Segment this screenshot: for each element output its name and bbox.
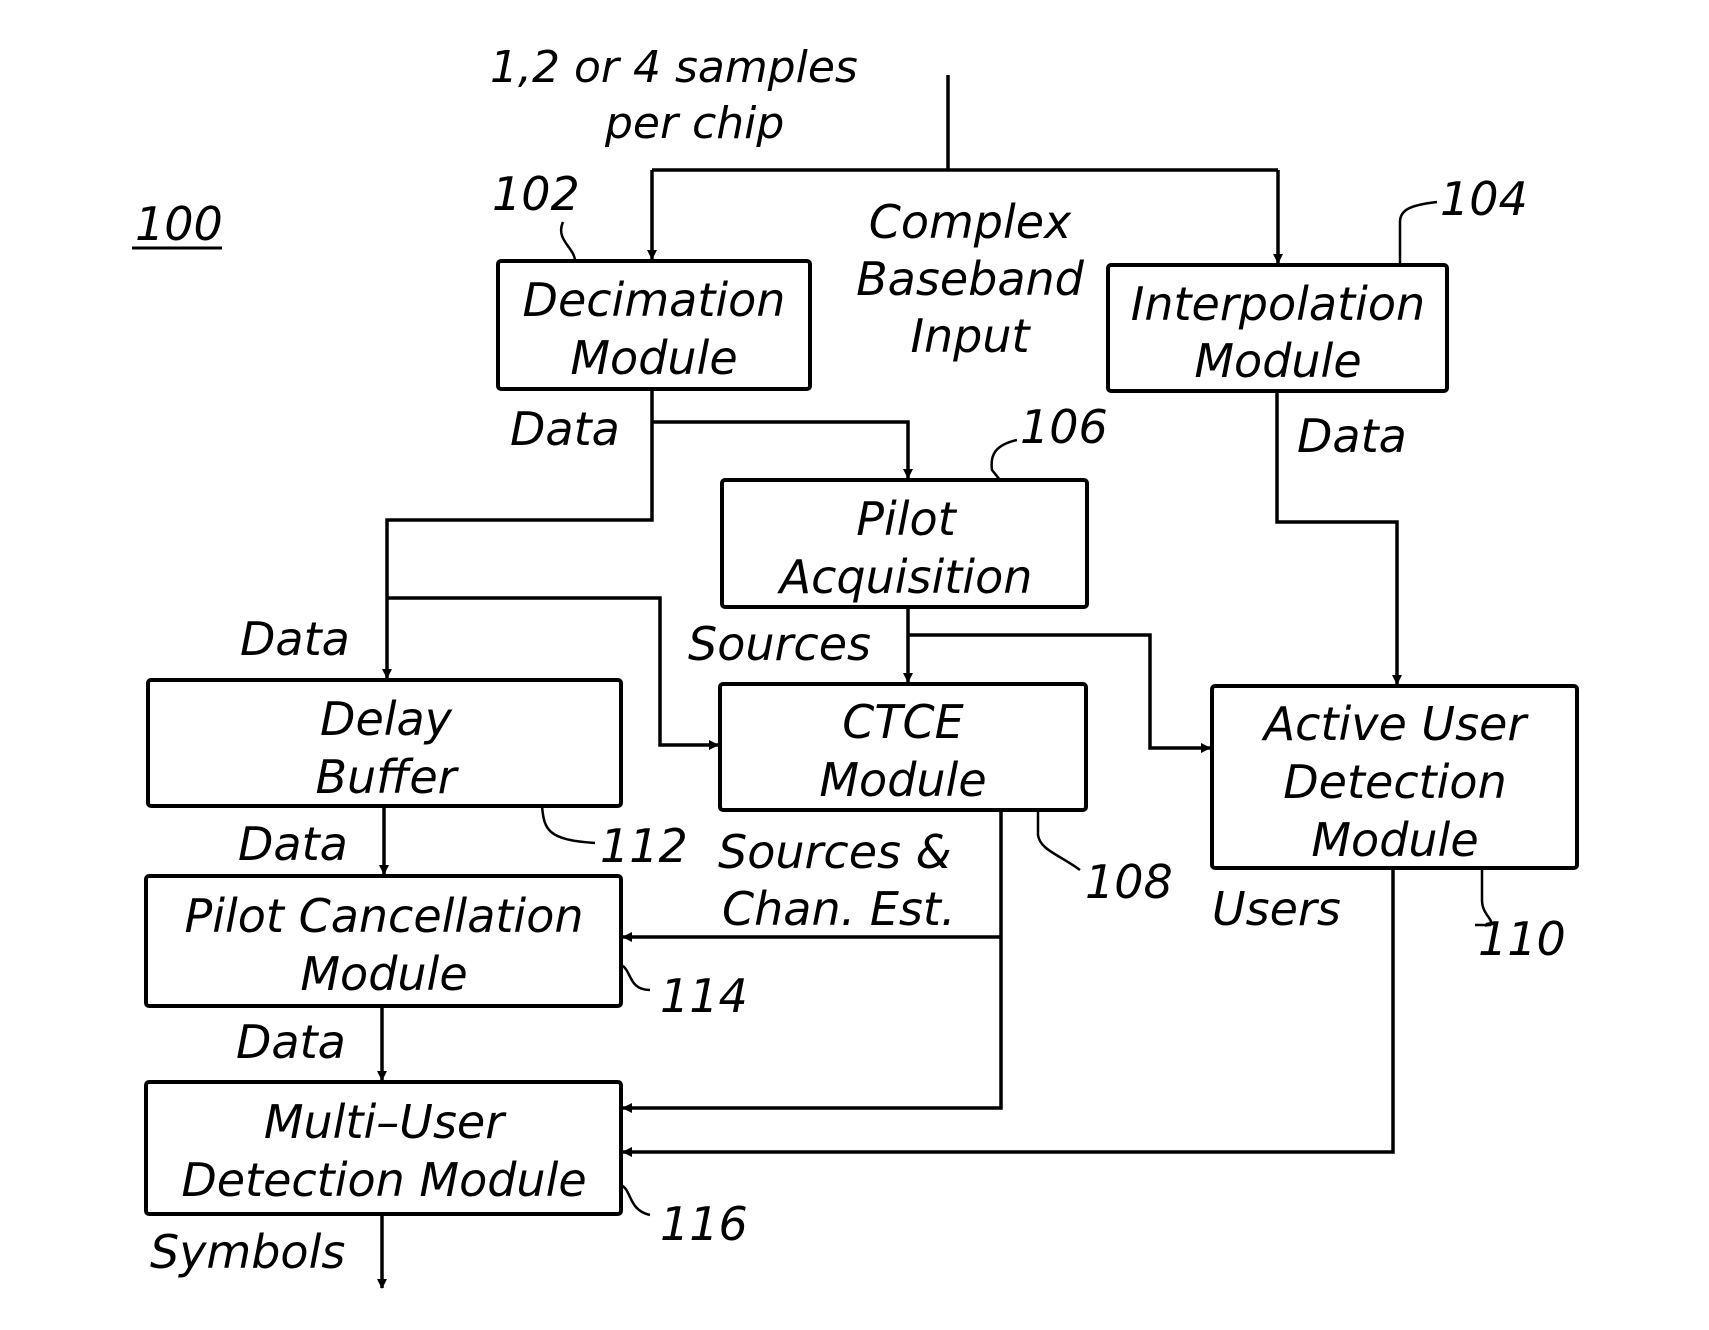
interpolation-module: Interpolation Module [1106, 263, 1449, 393]
pcm-label-1: Pilot Cancellation [184, 889, 583, 943]
ctce-label-2: Module [819, 753, 986, 807]
ctce-ref: 108 [1085, 855, 1173, 909]
decimation-label-2: Module [570, 331, 737, 385]
sources-label: Sources [688, 617, 871, 671]
decimation-label-1: Decimation [523, 273, 786, 327]
interpolation-ref: 104 [1440, 172, 1528, 226]
decimation-ref: 102 [492, 167, 580, 221]
decimation-data-label: Data [510, 402, 620, 456]
interpolation-label-2: Module [1194, 334, 1361, 388]
sources-chan-est-label-2: Chan. Est. [722, 882, 956, 936]
pilot-acq-label-2: Acquisition [777, 550, 1033, 604]
mud-label-1: Multi–User [264, 1095, 507, 1149]
sources-chan-est-label-1: Sources & [718, 825, 951, 879]
pcm-ref-leader [620, 963, 651, 992]
pilot-acq-ref: 106 [1020, 400, 1108, 454]
interpolation-ref-leader [1398, 200, 1438, 265]
multi-user-detection-module: Multi–User Detection Module [144, 1080, 623, 1216]
delay-in-data-label: Data [240, 612, 350, 666]
interpolation-label-1: Interpolation [1131, 277, 1425, 331]
decimation-ref-leader [559, 221, 577, 262]
pcm-ref: 114 [660, 969, 748, 1023]
mud-ref: 116 [660, 1197, 748, 1251]
decimation-module: Decimation Module [496, 259, 812, 391]
ctce-module: CTCE Module [718, 682, 1088, 812]
ctce-ref-leader [1036, 810, 1081, 872]
users-label: Users [1212, 882, 1341, 936]
delay-buffer-ref-leader [540, 805, 596, 845]
delay-buffer-label-2: Buffer [315, 750, 459, 804]
delay-buffer-ref: 112 [600, 819, 688, 873]
input-label-line-3: Input [910, 309, 1031, 363]
figure-reference: 100 [135, 197, 223, 251]
mud-ref-leader [620, 1183, 651, 1217]
input-label-line-2: Baseband [856, 252, 1085, 306]
interpolation-data-label: Data [1297, 409, 1407, 463]
pilot-acq-label-1: Pilot [856, 492, 957, 546]
input-note-line-1: 1,2 or 4 samples [490, 42, 858, 93]
symbols-label: Symbols [150, 1225, 345, 1279]
block-diagram: 100 1,2 or 4 samples per chip Complex Ba… [132, 42, 1579, 1289]
mud-label-2: Detection Module [181, 1153, 586, 1207]
delay-out-data-label: Data [238, 817, 348, 871]
pilot-acquisition-module: Pilot Acquisition [720, 478, 1089, 609]
aud-label-2: Detection [1283, 755, 1506, 809]
pilot-cancellation-module: Pilot Cancellation Module [144, 874, 623, 1008]
active-user-detection-module: Active User Detection Module [1210, 684, 1579, 870]
aud-label-1: Active User [1261, 697, 1530, 751]
pcm-out-data-label: Data [236, 1015, 346, 1069]
input-label-line-1: Complex [869, 195, 1072, 249]
pcm-label-2: Module [300, 947, 467, 1001]
delay-buffer-label-1: Delay [320, 692, 453, 746]
delay-buffer: Delay Buffer [146, 678, 623, 808]
ctce-label-1: CTCE [842, 695, 963, 749]
aud-label-3: Module [1311, 813, 1478, 867]
decimation-to-pilot-acq-line [652, 420, 913, 479]
pilot-acq-ref-leader [990, 438, 1018, 481]
input-note-line-2: per chip [604, 98, 784, 149]
